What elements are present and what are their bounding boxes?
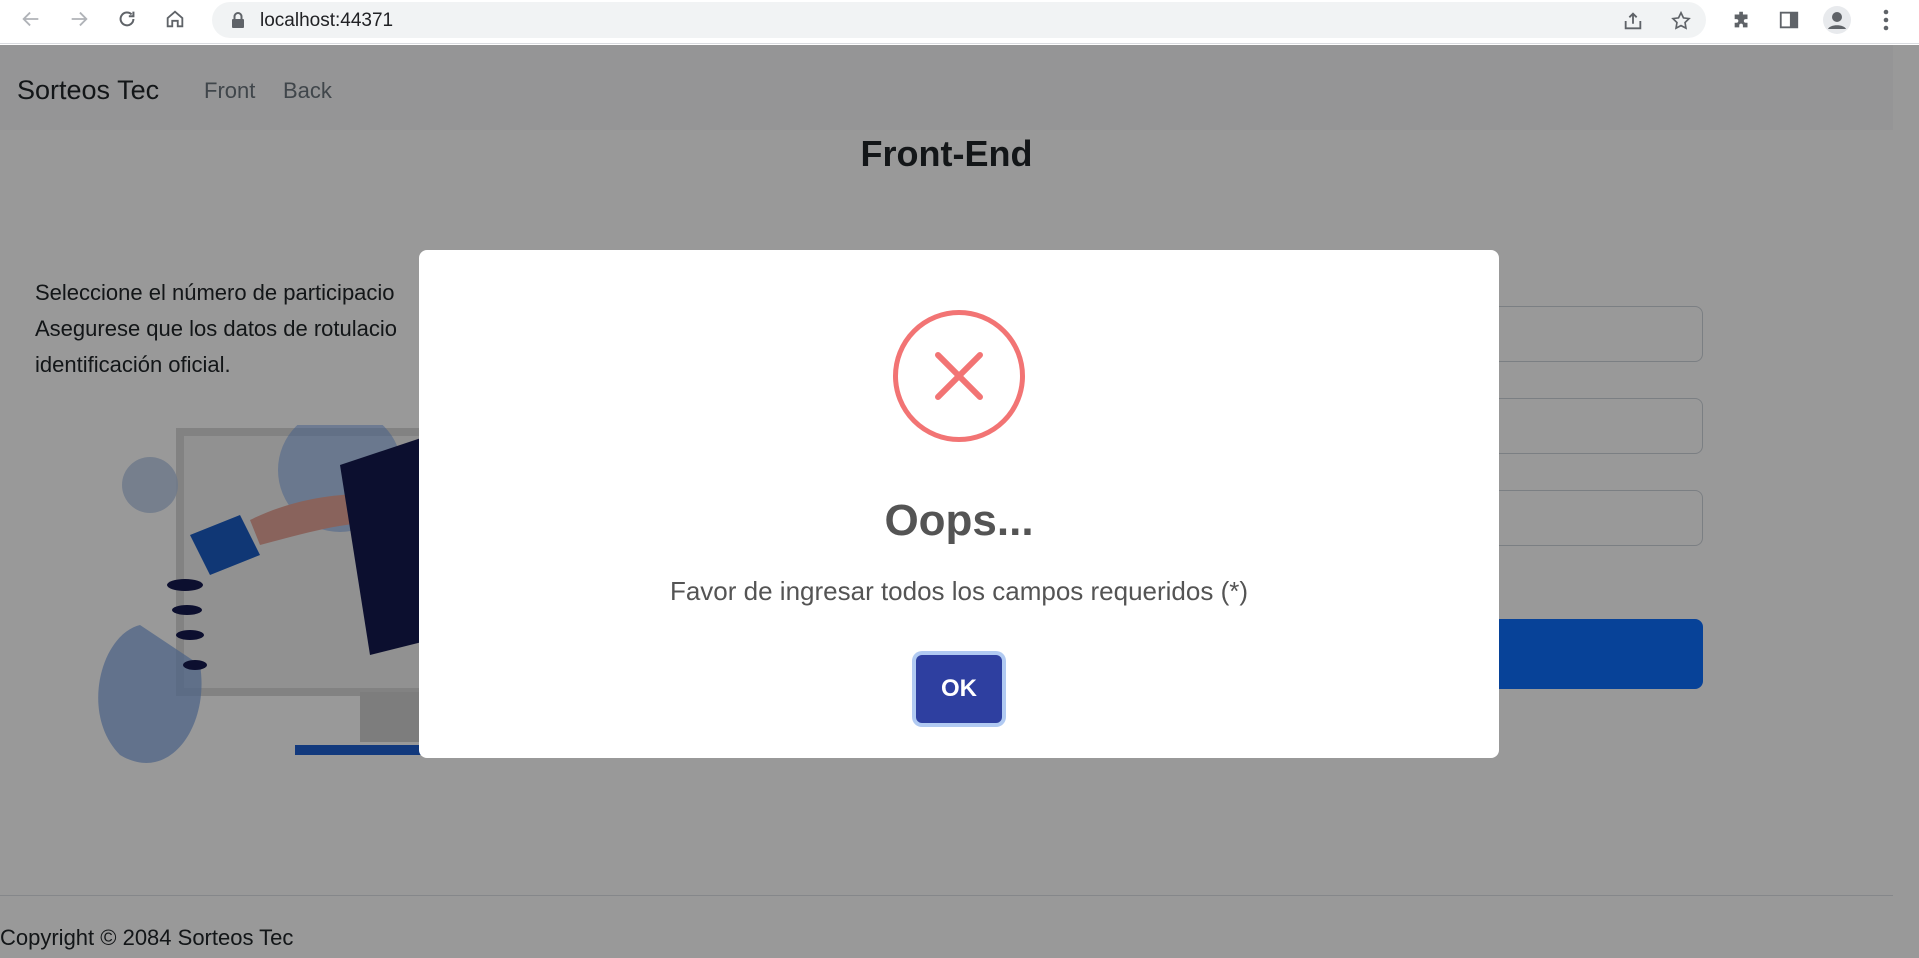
error-dialog: Oops... Favor de ingresar todos los camp…	[419, 250, 1499, 758]
share-icon[interactable]	[1620, 8, 1646, 34]
back-arrow-icon[interactable]	[16, 4, 46, 34]
menu-kebab-icon[interactable]	[1872, 6, 1900, 34]
profile-avatar-icon[interactable]	[1823, 6, 1851, 34]
reload-icon[interactable]	[112, 4, 142, 34]
url-text: localhost:44371	[260, 10, 394, 31]
ok-button[interactable]: OK	[916, 655, 1002, 723]
bookmark-star-icon[interactable]	[1668, 8, 1694, 34]
address-bar[interactable]: localhost:44371	[212, 2, 1706, 38]
dialog-title: Oops...	[884, 496, 1034, 545]
side-panel-icon[interactable]	[1775, 6, 1803, 34]
home-icon[interactable]	[160, 4, 190, 34]
dialog-message: Favor de ingresar todos los campos reque…	[669, 576, 1249, 606]
browser-toolbar: localhost:44371	[0, 0, 1919, 44]
extensions-puzzle-icon[interactable]	[1728, 6, 1756, 34]
lock-icon	[230, 11, 246, 34]
error-x-icon	[893, 310, 1025, 442]
forward-arrow-icon[interactable]	[64, 4, 94, 34]
